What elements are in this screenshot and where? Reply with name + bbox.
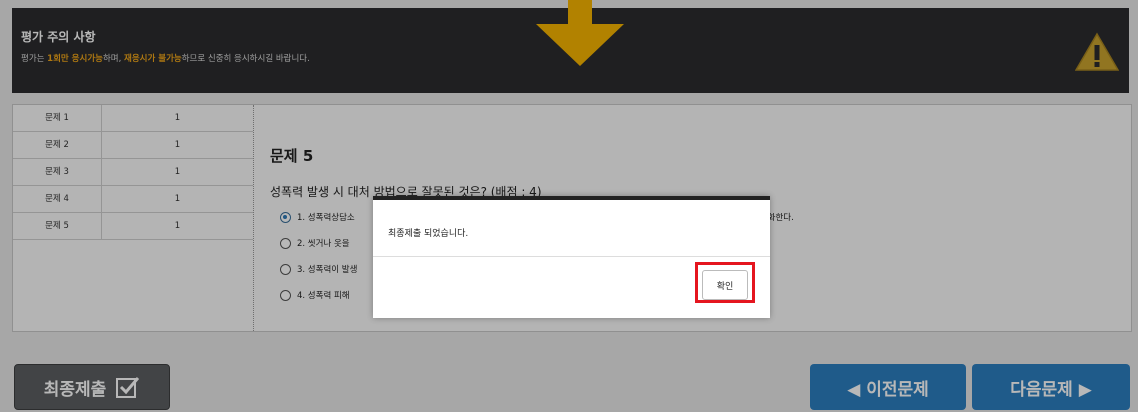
- dialog-divider: [373, 256, 770, 257]
- dialog-message: 최종제출 되었습니다.: [388, 229, 469, 239]
- alert-dialog: 최종제출 되었습니다. 확인: [373, 196, 770, 318]
- confirm-button[interactable]: 확인: [702, 270, 748, 300]
